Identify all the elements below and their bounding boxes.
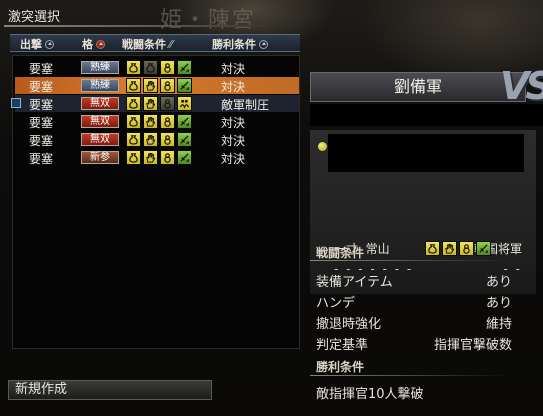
- header-victory-cond[interactable]: 勝利条件: [212, 36, 268, 52]
- victory-cond: 対決: [221, 152, 246, 166]
- battle-cond-icons: [126, 96, 192, 111]
- victory-cond: 対決: [221, 134, 246, 148]
- pouch-icon: [126, 114, 141, 129]
- gourd-icon: [160, 150, 175, 165]
- header-battle-cond-label: 戦闘条件: [122, 38, 166, 51]
- stage-type: 要塞: [29, 116, 54, 130]
- battle-cond-icons: [126, 78, 192, 93]
- rank-badge: 熟練: [81, 61, 119, 74]
- sword-icon: [177, 132, 192, 147]
- sword-icon: [476, 241, 491, 256]
- gourd-icon: [160, 114, 175, 129]
- rank-badge: 無双: [81, 115, 119, 128]
- stage-type: 要塞: [29, 62, 54, 76]
- victory-cond-title: 勝利条件: [316, 360, 365, 374]
- stage-type: 要塞: [29, 98, 54, 112]
- pouch-icon: [425, 241, 440, 256]
- header-rank-label: 格: [82, 38, 93, 51]
- stage-select-panel: 激突選択 出撃 格 戦闘条件 ⁄⁄ 勝利条件 要塞 熟練 対決 要塞 熟練 対決 要塞 無双敵…: [4, 3, 301, 350]
- stage-type: 要塞: [29, 80, 54, 94]
- cond-key: 装備アイテム: [316, 275, 393, 290]
- cursor-marker-icon: [11, 98, 21, 108]
- general-name-box: [328, 134, 524, 172]
- cond-key: 判定基準: [316, 338, 369, 353]
- sword-icon: [177, 60, 192, 75]
- vs-emblem: VS: [500, 64, 543, 108]
- cond-value: 指揮官撃破数: [433, 338, 512, 353]
- army-name: 劉備軍: [310, 72, 526, 102]
- section-divider: [310, 260, 510, 261]
- cond-value: 維持: [485, 317, 512, 332]
- hand-icon: [143, 78, 158, 93]
- pouch-icon: [126, 132, 141, 147]
- hand-icon: [143, 150, 158, 165]
- info-band: [310, 104, 543, 126]
- sword-icon: [177, 114, 192, 129]
- title-divider: [4, 25, 301, 27]
- gourd-icon: [160, 60, 175, 75]
- rank-badge: 無双: [81, 97, 119, 110]
- victory-cond: 敵軍制圧: [221, 98, 270, 112]
- gourd-icon: [160, 96, 175, 111]
- list-header: 出撃 格 戦闘条件 ⁄⁄ 勝利条件: [10, 34, 300, 52]
- stage-row[interactable]: 要塞 新参 対決: [15, 149, 299, 166]
- rank-badge: 熟練: [81, 79, 119, 92]
- section-divider: [310, 375, 510, 376]
- stage-type: 要塞: [29, 152, 54, 166]
- sort-active-icon: [96, 39, 105, 49]
- stage-row[interactable]: 要塞 熟練 対決: [15, 77, 299, 94]
- victory-cond-text: 敵指揮官10人撃破: [316, 387, 424, 402]
- stage-row[interactable]: 要塞 無双 対決: [15, 113, 299, 130]
- victory-cond: 対決: [221, 80, 246, 94]
- victory-cond: 対決: [221, 116, 246, 130]
- header-sortie[interactable]: 出撃: [20, 36, 54, 52]
- sort-icon: [259, 39, 268, 49]
- gourd-icon: [160, 132, 175, 147]
- status-dot-icon: [318, 142, 327, 151]
- pouch-icon: [126, 96, 141, 111]
- victory-cond: 対決: [221, 62, 246, 76]
- sort-icon: [45, 39, 54, 49]
- detail-panel: 劉備軍 VS 一寸. 常山 輔国将軍 - - - - - - - - - 戦闘条…: [310, 64, 543, 416]
- rank-badge: 無双: [81, 133, 119, 146]
- pouch-icon: [143, 60, 158, 75]
- battle-cond-icons: [126, 132, 192, 147]
- stage-row[interactable]: 要塞 熟練 対決: [15, 59, 299, 76]
- hand-icon: [143, 114, 158, 129]
- pouch-icon: [126, 150, 141, 165]
- panel-title: 激突選択: [8, 10, 61, 25]
- rank-badge: 新参: [81, 151, 119, 164]
- new-create-button[interactable]: 新規作成: [8, 380, 212, 400]
- pouch-icon: [126, 78, 141, 93]
- hand-icon: [442, 241, 457, 256]
- sword-icon: [177, 78, 192, 93]
- cond-key: ハンデ: [316, 296, 356, 311]
- pouch-icon: [126, 60, 141, 75]
- hand-icon: [143, 132, 158, 147]
- cond-key: 撤退時強化: [316, 317, 382, 332]
- header-rank[interactable]: 格: [82, 36, 105, 52]
- stage-type: 要塞: [29, 134, 54, 148]
- stage-row[interactable]: 要塞 無双 対決: [15, 131, 299, 148]
- header-battle-cond[interactable]: 戦闘条件 ⁄⁄: [122, 36, 173, 52]
- hand-icon: [143, 96, 158, 111]
- battle-cond-icons: [126, 114, 192, 129]
- general-card: 一寸. 常山 輔国将軍 - - - - - - - - -: [310, 130, 536, 294]
- header-victory-cond-label: 勝利条件: [212, 38, 256, 51]
- cond-value: あり: [485, 275, 512, 290]
- battle-cond-icons: [126, 60, 192, 75]
- gourd-icon: [160, 78, 175, 93]
- stage-list: 要塞 熟練 対決 要塞 熟練 対決 要塞 無双 敵軍制圧 要塞 無双 対決 要塞 無双 対決 要塞 新参 対決: [11, 55, 300, 349]
- gourd-icon: [459, 241, 474, 256]
- cond-value: あり: [485, 296, 512, 311]
- battle-cond-icons: [126, 150, 192, 165]
- sword-icon: [177, 150, 192, 165]
- sort-slash-icon: ⁄⁄: [169, 37, 173, 51]
- battle-cond-icons: [425, 241, 491, 256]
- people-icon: [177, 96, 192, 111]
- battle-cond-title: 戦闘条件: [316, 246, 365, 260]
- header-sortie-label: 出撃: [20, 38, 42, 51]
- stage-row[interactable]: 要塞 無双 敵軍制圧: [11, 95, 299, 112]
